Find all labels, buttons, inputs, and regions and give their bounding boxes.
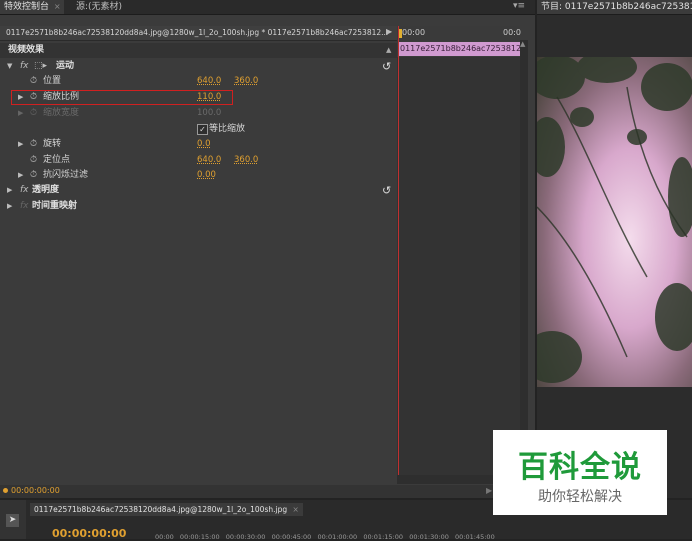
param-uniform-scale: ✓ 等比缩放 <box>0 122 397 137</box>
reset-icon[interactable]: ↺ <box>382 183 391 198</box>
clip-path: 0117e2571b8b246ac72538120dd8a4.jpg@1280w… <box>6 28 389 37</box>
playhead-line[interactable] <box>398 26 399 476</box>
tab-source[interactable]: 源:(无素材) <box>72 0 160 14</box>
close-icon[interactable]: × <box>292 505 298 514</box>
watermark-logo: 百科全说 助你轻松解决 <box>493 430 667 515</box>
position-y-value[interactable]: 360.0 <box>234 74 258 89</box>
expand-closed-icon[interactable]: ▶ <box>18 90 23 105</box>
close-icon[interactable]: × <box>54 2 61 11</box>
timecode-dot-icon <box>3 488 8 493</box>
clip-path-header: 0117e2571b8b246ac72538120dd8a4.jpg@1280w… <box>0 26 397 41</box>
video-effects-label: 视频效果 <box>8 45 45 55</box>
tab-sequence[interactable]: 0117e2571b8b246ac72538120dd8a4.jpg@1280w… <box>30 503 303 516</box>
anchor-label: 定位点 <box>43 155 71 165</box>
motion-transform-icon[interactable]: ⬚▸ <box>34 59 47 74</box>
effect-controls-panel: 0117e2571b8b246ac72538120dd8a4.jpg@1280w… <box>0 15 535 498</box>
expand-closed-icon[interactable]: ▶ <box>7 199 12 214</box>
param-anti-flicker: ▶ ⏱ 抗闪烁过滤 0.00 <box>0 168 397 183</box>
param-scale: ▶ ⏱ 缩放比例 110.0 <box>0 90 397 105</box>
param-anchor: ⏱ 定位点 640.0 360.0 <box>0 153 397 168</box>
program-monitor <box>537 15 692 498</box>
rotation-label: 旋转 <box>43 139 62 149</box>
effect-time-remap[interactable]: ▶ fx 时间重映射 <box>0 199 397 214</box>
stopwatch-icon[interactable]: ⏱ <box>30 137 37 152</box>
play-clip-icon[interactable]: ▶ <box>386 27 392 36</box>
stopwatch-icon[interactable]: ⏱ <box>30 168 37 183</box>
foliage-illustration <box>537 57 692 383</box>
motion-label: 运动 <box>56 61 75 71</box>
program-tabbar: 节目: 0117e2571b8b246ac72538120d <box>537 0 692 15</box>
uniform-scale-label: 等比缩放 <box>209 124 246 134</box>
vertical-scrollbar[interactable]: ▲ <box>520 40 528 475</box>
expand-closed-icon[interactable]: ▶ <box>18 168 23 183</box>
expand-closed-icon: ▶ <box>18 109 24 117</box>
stopwatch-icon[interactable]: ⏱ <box>30 74 37 89</box>
expand-open-icon[interactable]: ▼ <box>7 59 12 74</box>
sequence-ruler[interactable]: 00:00 00:00:15:00 00:00:30:00 00:00:45:0… <box>155 533 495 541</box>
param-position: ⏱ 位置 640.0 360.0 <box>0 74 397 89</box>
param-scale-width: ▶ ⏱ 缩放宽度 100.0 <box>0 106 397 121</box>
tab-program-label: 节目: 0117e2571b8b246ac72538120d <box>541 2 692 12</box>
scale-label: 缩放比例 <box>43 92 80 102</box>
scale-width-label: 缩放宽度 <box>43 108 80 118</box>
stopwatch-icon: ⏱ <box>30 108 38 118</box>
anchor-x-value[interactable]: 640.0 <box>197 153 221 168</box>
uniform-scale-checkbox[interactable]: ✓ <box>197 124 208 135</box>
clip-bar-name: 0117e2571b8b246ac72538120dd <box>400 44 520 53</box>
param-rotation: ▶ ⏱ 旋转 0.0 <box>0 137 397 152</box>
stopwatch-icon[interactable]: ⏱ <box>30 153 37 168</box>
program-preview-image[interactable] <box>537 57 692 387</box>
tools-strip: ➤ <box>0 500 26 539</box>
fx-icon[interactable]: fx <box>20 183 29 198</box>
position-x-value[interactable]: 640.0 <box>197 74 221 89</box>
effect-motion[interactable]: ▼ fx ⬚▸ 运动 ↺ <box>0 59 397 74</box>
keyframe-area[interactable] <box>397 57 520 475</box>
anti-flicker-value[interactable]: 0.00 <box>197 168 216 183</box>
panel-menu-icon[interactable]: ▾≡ <box>513 1 525 11</box>
footer-play-icon[interactable]: ▶ <box>486 486 492 495</box>
rotation-value[interactable]: 0.0 <box>197 137 211 152</box>
position-label: 位置 <box>43 76 62 86</box>
sequence-timecode[interactable]: 00:00:00:00 <box>52 527 126 540</box>
tab-effect-controls[interactable]: 特效控制台 × <box>0 0 64 14</box>
selection-tool-icon[interactable]: ➤ <box>6 514 19 527</box>
ruler-end: 00:0 <box>503 28 521 37</box>
effect-controls-tabbar: 特效控制台 × 源:(无素材) ▾≡ <box>0 0 535 15</box>
opacity-label: 透明度 <box>32 185 60 195</box>
watermark-title: 百科全说 <box>518 450 642 485</box>
fx-icon[interactable]: fx <box>20 59 29 74</box>
effect-controls-footer: 00:00:00:00 ▶ <box>0 485 535 498</box>
watermark-subtitle: 助你轻松解决 <box>538 489 622 505</box>
tab-program[interactable]: 节目: 0117e2571b8b246ac72538120d <box>537 0 692 14</box>
clip-bar[interactable]: 0117e2571b8b246ac72538120dd <box>398 42 520 56</box>
anchor-y-value[interactable]: 360.0 <box>234 153 258 168</box>
tab-source-label: 源:(无素材) <box>76 2 123 12</box>
collapse-up-icon[interactable]: ▲ <box>386 43 391 58</box>
stopwatch-icon[interactable]: ⏱ <box>30 90 37 105</box>
anti-flicker-label: 抗闪烁过滤 <box>43 170 89 180</box>
effect-opacity[interactable]: ▶ fx 透明度 ↺ <box>0 183 397 198</box>
ruler-start: 00:00 <box>402 28 426 37</box>
sequence-tab-label: 0117e2571b8b246ac72538120dd8a4.jpg@1280w… <box>34 505 288 514</box>
reset-icon[interactable]: ↺ <box>382 59 391 74</box>
time-remap-label: 时间重映射 <box>32 201 78 211</box>
expand-closed-icon[interactable]: ▶ <box>18 137 23 152</box>
scroll-up-icon[interactable]: ▲ <box>520 40 525 48</box>
mini-timeline-ruler[interactable]: 00:00 00:0 <box>397 26 521 41</box>
scale-width-value: 100.0 <box>197 108 222 118</box>
video-effects-header: 视频效果 ▲ <box>0 43 397 58</box>
scale-value[interactable]: 110.0 <box>197 90 221 105</box>
fx-disabled-icon: fx <box>20 201 29 211</box>
tab-effect-controls-label: 特效控制台 <box>4 2 50 12</box>
expand-closed-icon[interactable]: ▶ <box>7 183 12 198</box>
current-timecode[interactable]: 00:00:00:00 <box>11 486 60 495</box>
